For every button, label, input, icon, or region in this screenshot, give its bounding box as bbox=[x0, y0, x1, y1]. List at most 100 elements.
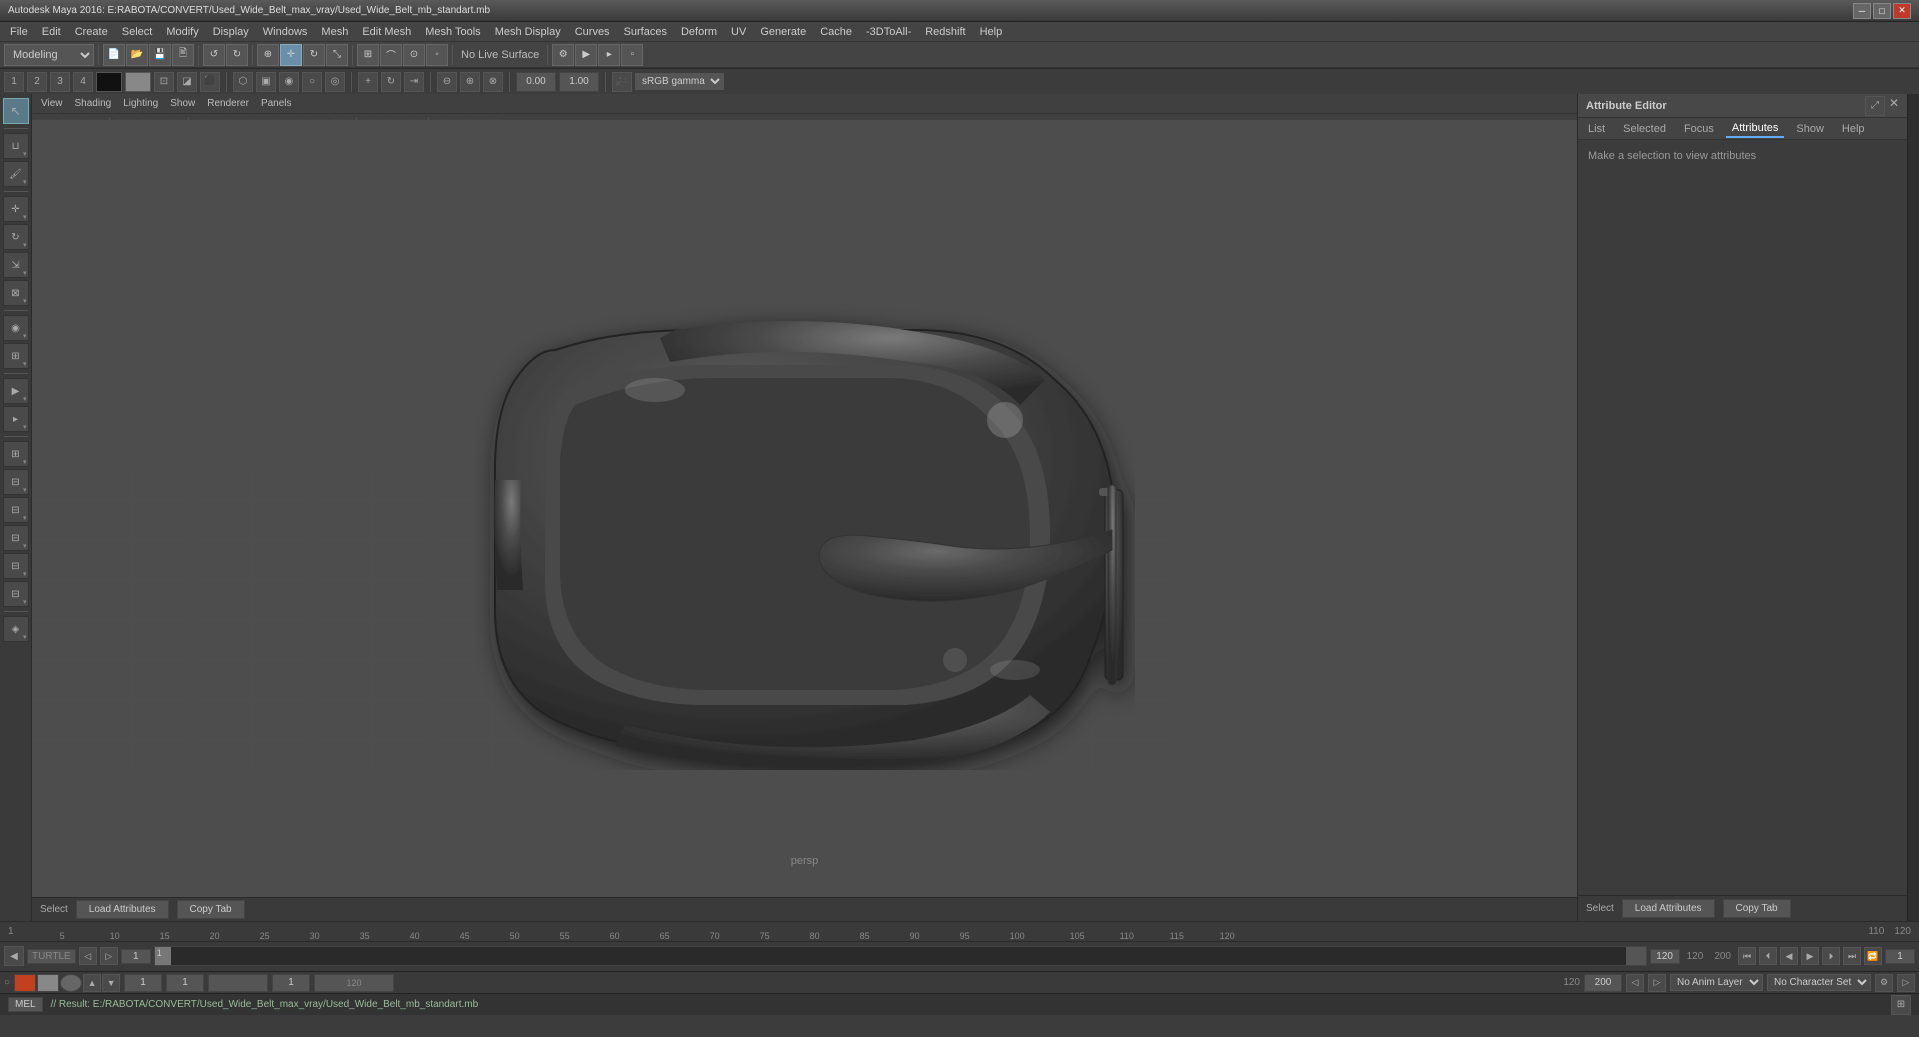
local-btn[interactable]: ⊕ bbox=[460, 72, 480, 92]
select-mode-btn[interactable]: ↖ bbox=[3, 98, 29, 124]
menu-edit[interactable]: Edit bbox=[36, 24, 67, 40]
tl-loop-btn[interactable]: 🔁 bbox=[1864, 947, 1882, 965]
menu-mesh-tools[interactable]: Mesh Tools bbox=[419, 24, 486, 40]
menu-deform[interactable]: Deform bbox=[675, 24, 723, 40]
ipr-left-btn[interactable]: ▸ bbox=[3, 406, 29, 432]
shelf-5-btn[interactable]: ⊟ bbox=[3, 553, 29, 579]
renderer-menu[interactable]: Renderer bbox=[202, 97, 254, 110]
attr-copy-tab-btn[interactable]: Copy Tab bbox=[1723, 899, 1791, 918]
redo-btn[interactable]: ↻ bbox=[226, 44, 248, 66]
anim-end-input[interactable] bbox=[166, 974, 204, 992]
anim-expand-icon[interactable]: ○ bbox=[4, 977, 10, 988]
channel-1-btn[interactable]: 1 bbox=[4, 72, 24, 92]
save-as-btn[interactable]: 🖹 bbox=[172, 44, 194, 66]
view-menu[interactable]: View bbox=[36, 97, 68, 110]
snap-surface-btn[interactable]: ◦ bbox=[426, 44, 448, 66]
channel-val2[interactable]: 1.00 bbox=[559, 72, 599, 92]
menu-mesh-display[interactable]: Mesh Display bbox=[489, 24, 567, 40]
channel-val1[interactable]: 0.00 bbox=[516, 72, 556, 92]
tl-prev-frame-btn[interactable]: ⏴ bbox=[1759, 947, 1777, 965]
wireframe-btn[interactable]: ⊡ bbox=[154, 72, 174, 92]
tl-next-frame-btn[interactable]: ⏵ bbox=[1822, 947, 1840, 965]
world-btn[interactable]: ⊗ bbox=[483, 72, 503, 92]
menu-surfaces[interactable]: Surfaces bbox=[618, 24, 673, 40]
tl-play-fwd-btn[interactable]: ▶ bbox=[1801, 947, 1819, 965]
channel-4-btn[interactable]: 4 bbox=[73, 72, 93, 92]
shelf-3-btn[interactable]: ⊟ bbox=[3, 497, 29, 523]
maximize-btn[interactable]: □ bbox=[1873, 3, 1891, 19]
anim-arrow-up[interactable]: ▲ bbox=[83, 974, 101, 992]
render-view-btn[interactable]: ▶ bbox=[3, 378, 29, 404]
show-manip-btn[interactable]: ⊞ bbox=[3, 343, 29, 369]
timeline-end-marker[interactable] bbox=[1626, 947, 1646, 965]
attr-tab-selected[interactable]: Selected bbox=[1617, 121, 1672, 137]
lasso-tool-btn[interactable]: ⊔ bbox=[3, 133, 29, 159]
snap-point-btn[interactable]: ⊙ bbox=[403, 44, 425, 66]
anim-decrease-speed[interactable]: ◁ bbox=[1626, 974, 1644, 992]
menu-redshift[interactable]: Redshift bbox=[919, 24, 971, 40]
anim-increase-speed[interactable]: ▷ bbox=[1648, 974, 1666, 992]
gamma-select[interactable]: sRGB gamma bbox=[635, 73, 724, 90]
viewport-canvas[interactable]: persp bbox=[32, 120, 1577, 897]
misc-1-btn[interactable]: ◈ bbox=[3, 616, 29, 642]
anim-swatch-grey[interactable] bbox=[37, 974, 59, 992]
char-set-options-btn[interactable]: ⚙ bbox=[1875, 974, 1893, 992]
scale-tool-btn[interactable]: ⤡ bbox=[326, 44, 348, 66]
load-attributes-btn[interactable]: Load Attributes bbox=[76, 900, 169, 919]
snap-grid-btn[interactable]: ⊞ bbox=[357, 44, 379, 66]
no-anim-layer-select[interactable]: No Anim Layer bbox=[1670, 974, 1763, 991]
close-btn[interactable]: ✕ bbox=[1893, 3, 1911, 19]
ipr-btn[interactable]: ▸ bbox=[598, 44, 620, 66]
channel-3-btn[interactable]: 3 bbox=[50, 72, 70, 92]
timeline-range-end[interactable] bbox=[1650, 949, 1680, 964]
undo-btn[interactable]: ↺ bbox=[203, 44, 225, 66]
tl-go-start-btn[interactable]: ⏮ bbox=[1738, 947, 1756, 965]
lighting-menu[interactable]: Lighting bbox=[118, 97, 163, 110]
open-btn[interactable]: 📂 bbox=[126, 44, 148, 66]
scale-tool-left-btn[interactable]: ⇲ bbox=[3, 252, 29, 278]
menu-create[interactable]: Create bbox=[69, 24, 114, 40]
paint-select-btn[interactable]: 🖌 bbox=[3, 161, 29, 187]
timeline-current-input[interactable] bbox=[1885, 949, 1915, 964]
scale-manip-btn[interactable]: ⇥ bbox=[404, 72, 424, 92]
attr-tab-list[interactable]: List bbox=[1582, 121, 1611, 137]
shelf-2-btn[interactable]: ⊟ bbox=[3, 469, 29, 495]
attr-tab-help[interactable]: Help bbox=[1836, 121, 1871, 137]
timeline-range-start[interactable] bbox=[121, 949, 151, 964]
render-btn[interactable]: ▶ bbox=[575, 44, 597, 66]
attr-tab-focus[interactable]: Focus bbox=[1678, 121, 1720, 137]
channel-2-btn[interactable]: 2 bbox=[27, 72, 47, 92]
show-menu[interactable]: Show bbox=[165, 97, 200, 110]
menu-generate[interactable]: Generate bbox=[754, 24, 812, 40]
shelf-4-btn[interactable]: ⊟ bbox=[3, 525, 29, 551]
menu-display[interactable]: Display bbox=[207, 24, 255, 40]
universal-tool-btn[interactable]: ⊠ bbox=[3, 280, 29, 306]
copy-tab-btn[interactable]: Copy Tab bbox=[177, 900, 245, 919]
attr-tab-attributes[interactable]: Attributes bbox=[1726, 120, 1784, 138]
tl-prev-btn[interactable]: ◁ bbox=[79, 947, 97, 965]
tl-play-back-btn[interactable]: ◀ bbox=[1780, 947, 1798, 965]
char-set-expand-btn[interactable]: ▷ bbox=[1897, 974, 1915, 992]
anim-start-input[interactable] bbox=[124, 974, 162, 992]
menu-file[interactable]: File bbox=[4, 24, 34, 40]
soft-select-btn[interactable]: ◉ bbox=[3, 315, 29, 341]
foreground-swatch[interactable] bbox=[96, 72, 122, 92]
menu-mesh[interactable]: Mesh bbox=[315, 24, 354, 40]
light-quality-btn[interactable]: ◉ bbox=[279, 72, 299, 92]
menu-uv[interactable]: UV bbox=[725, 24, 752, 40]
attr-editor-expand-btn[interactable]: ⤢ bbox=[1865, 96, 1885, 116]
tl-go-end-btn[interactable]: ⏭ bbox=[1843, 947, 1861, 965]
resolution-btn[interactable]: ▣ bbox=[256, 72, 276, 92]
iso-btn[interactable]: ⬡ bbox=[233, 72, 253, 92]
snap-curve-btn[interactable]: ⌒ bbox=[380, 44, 402, 66]
anim-swatch-round[interactable] bbox=[60, 974, 82, 992]
rotate-tool-left-btn[interactable]: ↻ bbox=[3, 224, 29, 250]
menu-windows[interactable]: Windows bbox=[257, 24, 314, 40]
shaded-btn[interactable]: ⬛ bbox=[200, 72, 220, 92]
tl-next-btn[interactable]: ▷ bbox=[100, 947, 118, 965]
menu-curves[interactable]: Curves bbox=[569, 24, 616, 40]
save-btn[interactable]: 💾 bbox=[149, 44, 171, 66]
timeline-current-frame-marker[interactable]: 1 bbox=[155, 947, 171, 965]
menu-3dto-all[interactable]: -3DToAll- bbox=[860, 24, 917, 40]
anim-swatch-red[interactable] bbox=[14, 974, 36, 992]
